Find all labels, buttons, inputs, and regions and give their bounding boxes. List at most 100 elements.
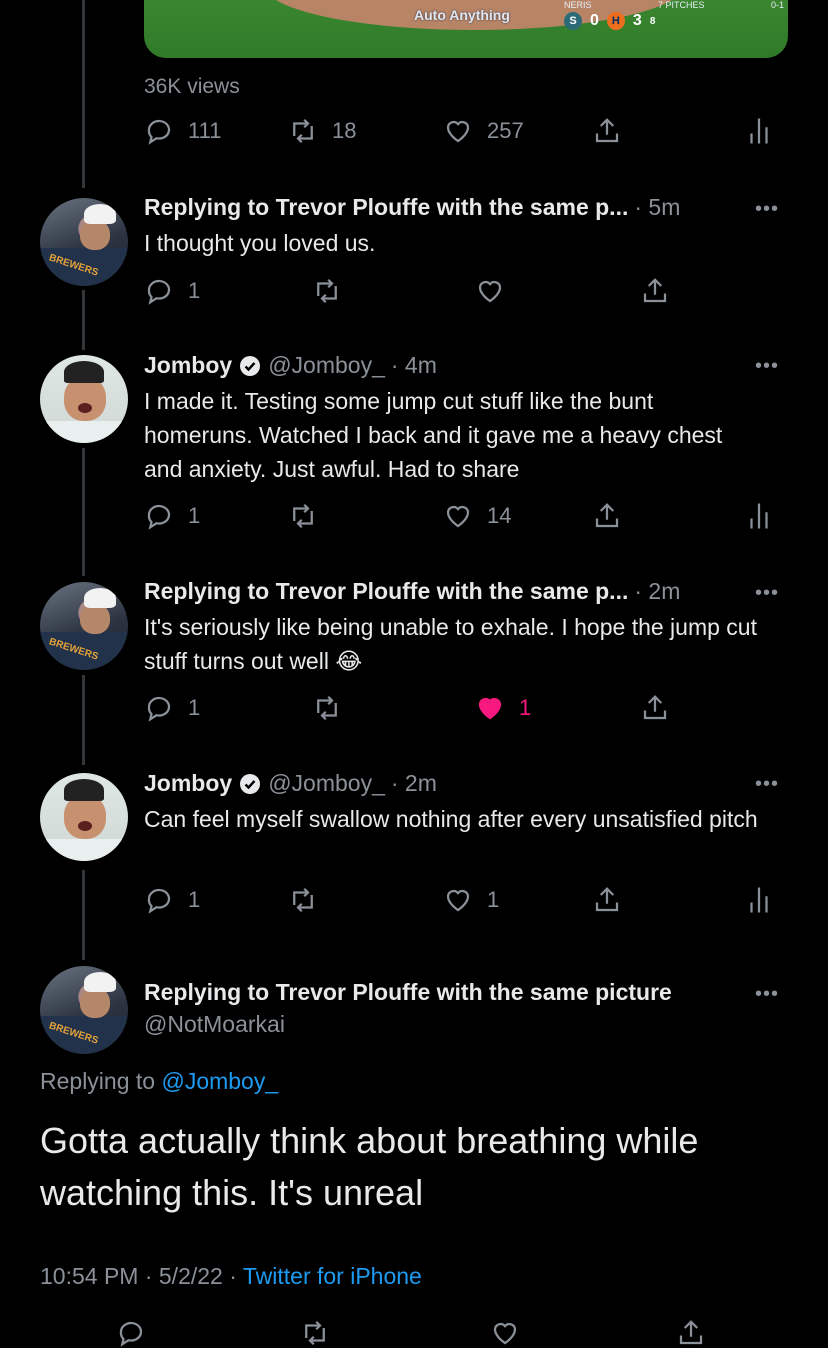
more-button[interactable]: ••• [755, 983, 779, 1006]
timestamp[interactable]: · 4m [391, 352, 437, 379]
pitcher-name: NERIS [564, 0, 592, 10]
timestamp[interactable]: · 2m [391, 770, 437, 797]
share-icon [595, 118, 619, 143]
heart-icon [446, 505, 470, 528]
retweet-button[interactable] [312, 693, 342, 723]
reply-button[interactable] [116, 1318, 146, 1348]
analytics-icon [750, 887, 768, 913]
timestamp[interactable]: · 5m [634, 194, 680, 221]
like-button[interactable]: 1 [475, 693, 531, 723]
analytics-button[interactable] [744, 501, 774, 531]
retweet-button[interactable] [288, 501, 318, 531]
analytics-button[interactable] [744, 116, 774, 146]
reply-count: 1 [188, 695, 201, 720]
home-score: 3 [632, 12, 642, 29]
tweet-text: I made it. Testing some jump cut stuff l… [144, 388, 723, 482]
heart-icon [446, 120, 470, 143]
ad-text: Auto Anything [414, 7, 510, 23]
display-name[interactable]: Replying to Trevor Plouffe with the same… [144, 979, 672, 1006]
tweet-header: Jomboy @Jomboy_ · 2m [144, 770, 437, 797]
display-name[interactable]: Replying to Trevor Plouffe with the same… [144, 578, 628, 605]
share-icon [595, 503, 619, 528]
avatar[interactable]: BREWERS [40, 582, 128, 670]
share-icon [643, 695, 667, 720]
like-button[interactable]: 257 [443, 116, 524, 146]
retweet-count: 18 [332, 118, 357, 143]
like-button[interactable]: 1 [443, 885, 499, 915]
reply-button[interactable]: 1 [144, 501, 200, 531]
avatar[interactable]: BREWERS [40, 198, 128, 286]
like-button[interactable] [490, 1318, 520, 1348]
retweet-icon [293, 887, 313, 913]
avatar[interactable]: BREWERS [40, 966, 128, 1054]
retweet-button[interactable]: 18 [288, 116, 356, 146]
reply-button[interactable]: 111 [144, 116, 221, 146]
handle[interactable]: @Jomboy_ [268, 352, 385, 379]
share-button[interactable] [640, 693, 670, 723]
view-count: 36K views [144, 75, 240, 98]
thread-line [82, 675, 85, 765]
like-button[interactable] [475, 276, 505, 306]
reply-count: 1 [188, 887, 201, 912]
display-name[interactable]: Jomboy [144, 770, 232, 797]
display-name[interactable]: Jomboy [144, 352, 232, 379]
retweet-button[interactable] [300, 1318, 330, 1348]
share-button[interactable] [592, 885, 622, 915]
more-button[interactable]: ••• [755, 198, 779, 221]
like-count: 1 [519, 695, 532, 720]
heart-icon [446, 889, 470, 912]
retweet-button[interactable] [312, 276, 342, 306]
pitch-count: 7 PITCHES [657, 0, 705, 10]
retweet-icon [317, 278, 337, 304]
avatar[interactable] [40, 355, 128, 443]
replying-to-link[interactable]: @Jomboy_ [161, 1068, 278, 1094]
reply-count: 1 [188, 503, 201, 528]
scoreboard: NERIS 7 PITCHES 0-1 S 0 H 3 8 [564, 0, 784, 36]
analytics-button[interactable] [744, 885, 774, 915]
tweet-header: Replying to Trevor Plouffe with the same… [144, 578, 680, 605]
more-button[interactable]: ••• [755, 355, 779, 378]
tweet-header: Jomboy @Jomboy_ · 4m [144, 352, 437, 379]
focused-tweet-text: Gotta actually think about breathing whi… [40, 1120, 699, 1213]
reply-icon [147, 888, 171, 914]
display-name[interactable]: Replying to Trevor Plouffe with the same… [144, 194, 628, 221]
reply-button[interactable]: 1 [144, 693, 200, 723]
reply-icon [147, 504, 171, 530]
thread-line [82, 0, 85, 188]
tweet-text: I thought you loved us. [144, 230, 376, 256]
more-button[interactable]: ••• [755, 582, 779, 605]
share-button[interactable] [592, 501, 622, 531]
tweet-date: · 5/2/22 · [144, 1263, 237, 1289]
retweet-icon [317, 695, 337, 721]
reply-count: 111 [188, 118, 222, 143]
tweet-source[interactable]: Twitter for iPhone [243, 1263, 422, 1289]
video-thumbnail[interactable]: Auto Anything NERIS 7 PITCHES 0-1 S 0 H … [144, 0, 788, 58]
tweet-time: 10:54 PM [40, 1263, 139, 1289]
avatar[interactable] [40, 773, 128, 861]
thread-line [82, 448, 85, 576]
ball-strike-count: 0-1 [770, 0, 784, 10]
heart-icon [493, 1322, 517, 1345]
retweet-icon [305, 1320, 325, 1346]
away-team-logo: S [564, 12, 582, 30]
share-button[interactable] [676, 1318, 706, 1348]
timestamp[interactable]: · 2m [634, 578, 680, 605]
like-count: 14 [487, 503, 512, 528]
like-button[interactable]: 14 [443, 501, 511, 531]
analytics-icon [750, 118, 768, 144]
retweet-icon [293, 118, 313, 144]
verified-badge-icon [240, 355, 261, 376]
handle[interactable]: @NotMoarkai [144, 1011, 285, 1038]
share-button[interactable] [592, 116, 622, 146]
replying-to-label: Replying to [40, 1068, 156, 1094]
retweet-button[interactable] [288, 885, 318, 915]
inning: 8 [649, 15, 656, 27]
share-button[interactable] [640, 276, 670, 306]
heart-filled-icon [478, 697, 502, 720]
reply-icon [147, 696, 171, 722]
handle[interactable]: @Jomboy_ [268, 770, 385, 797]
reply-button[interactable]: 1 [144, 885, 200, 915]
share-icon [643, 278, 667, 303]
more-button[interactable]: ••• [755, 773, 779, 796]
reply-button[interactable]: 1 [144, 276, 200, 306]
